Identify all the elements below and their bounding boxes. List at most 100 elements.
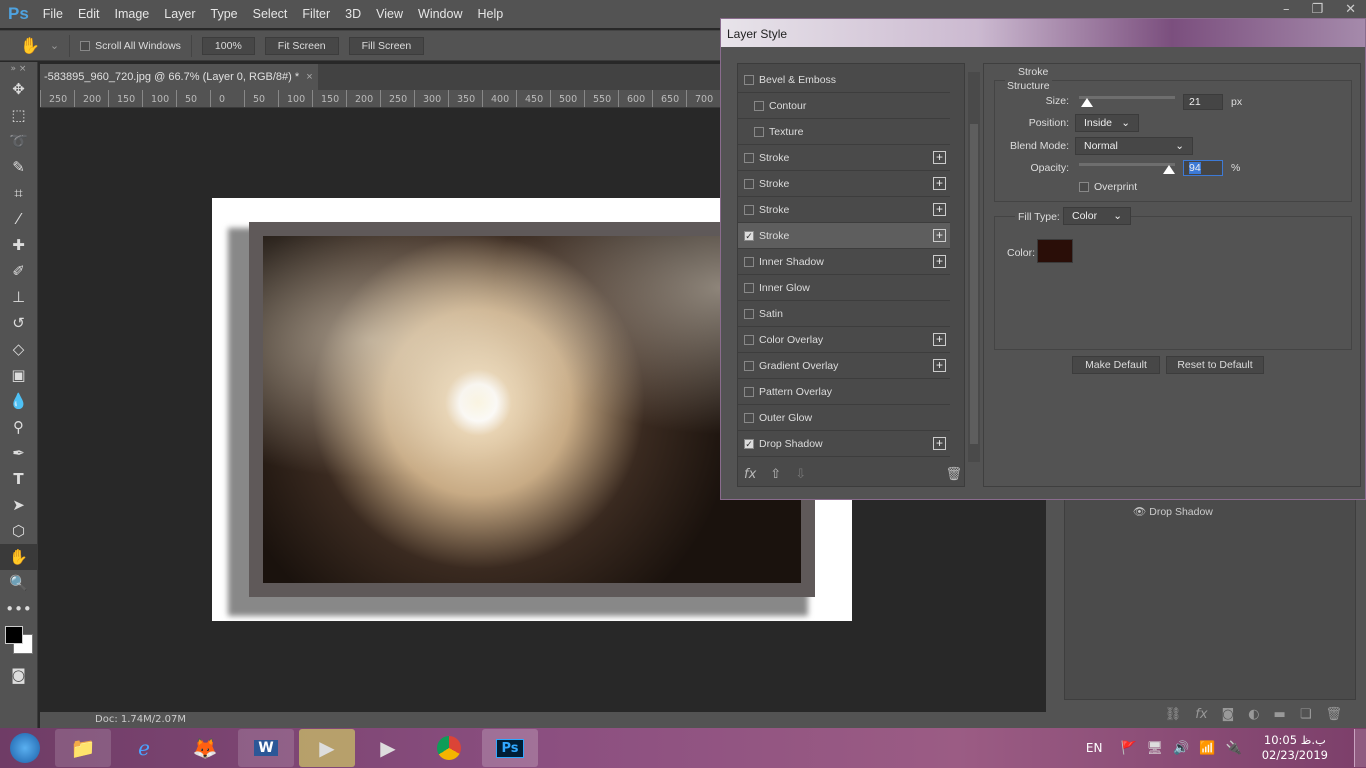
type-tool-icon[interactable]: T <box>0 466 37 492</box>
style-row-color-overlay[interactable]: Color Overlay + <box>738 327 950 353</box>
stamp-tool-icon[interactable]: ⊥ <box>0 284 37 310</box>
hand-tool-icon[interactable]: ✋ <box>0 544 37 570</box>
fill-screen-button[interactable]: Fill Screen <box>348 36 425 55</box>
menu-image[interactable]: Image <box>115 7 150 21</box>
eyedropper-tool-icon[interactable]: ⁄ <box>0 206 37 232</box>
zoom-100-button[interactable]: 100% <box>201 36 255 55</box>
add-instance-icon[interactable]: + <box>933 333 946 346</box>
firefox-icon[interactable]: 🦊 <box>177 729 233 767</box>
style-row-pattern-overlay[interactable]: Pattern Overlay <box>738 379 950 405</box>
restore-icon[interactable]: ❐ <box>1311 2 1323 17</box>
pen-tool-icon[interactable]: ✒ <box>0 440 37 466</box>
shape-tool-icon[interactable]: ⬡ <box>0 518 37 544</box>
power-icon[interactable]: 🔌 <box>1226 741 1242 756</box>
style-row-stroke[interactable]: Stroke + <box>738 171 950 197</box>
photoshop-taskbar-icon[interactable]: Ps <box>482 729 538 767</box>
style-checkbox[interactable] <box>744 412 754 423</box>
visibility-eye-icon[interactable]: 👁 <box>1133 506 1146 518</box>
menu-filter[interactable]: Filter <box>302 7 330 21</box>
style-checkbox[interactable] <box>744 152 754 163</box>
video-player-icon[interactable]: ▶ <box>360 729 416 767</box>
move-tool-icon[interactable]: ✥ <box>0 76 37 102</box>
menu-window[interactable]: Window <box>418 7 462 21</box>
move-up-icon[interactable]: ⇧ <box>770 467 781 482</box>
stroke-color-swatch[interactable] <box>1037 239 1073 263</box>
menu-3d[interactable]: 3D <box>345 7 361 21</box>
close-tab-icon[interactable]: × <box>306 71 312 83</box>
add-instance-icon[interactable]: + <box>933 151 946 164</box>
add-mask-icon[interactable]: ◙ <box>1222 707 1235 722</box>
add-instance-icon[interactable]: + <box>933 229 946 242</box>
style-row-contour[interactable]: Contour <box>738 93 950 119</box>
style-checkbox[interactable] <box>744 74 754 85</box>
menu-layer[interactable]: Layer <box>164 7 195 21</box>
style-checkbox[interactable] <box>744 178 754 189</box>
style-checkbox[interactable] <box>744 282 754 293</box>
layer-effect-drop-shadow[interactable]: 👁 Drop Shadow <box>1065 499 1355 518</box>
language-indicator[interactable]: EN <box>1086 741 1103 755</box>
reset-default-button[interactable]: Reset to Default <box>1166 356 1264 374</box>
link-layers-icon[interactable]: ⛓ <box>1165 707 1182 722</box>
menu-view[interactable]: View <box>376 7 403 21</box>
chrome-icon[interactable] <box>421 729 477 767</box>
menu-edit[interactable]: Edit <box>78 7 100 21</box>
blend-mode-select[interactable]: Normal ⌄ <box>1075 137 1193 155</box>
close-icon[interactable]: ✕ <box>1345 2 1356 17</box>
style-row-texture[interactable]: Texture <box>738 119 950 145</box>
start-button[interactable] <box>0 729 50 767</box>
menu-select[interactable]: Select <box>253 7 288 21</box>
style-row-drop-shadow[interactable]: ✓ Drop Shadow + <box>738 431 950 457</box>
add-instance-icon[interactable]: + <box>933 359 946 372</box>
style-checkbox[interactable] <box>754 100 764 111</box>
size-slider[interactable] <box>1079 96 1175 107</box>
signal-icon[interactable]: 📶 <box>1199 741 1215 756</box>
new-layer-icon[interactable]: ❏ <box>1300 707 1312 722</box>
style-checkbox[interactable]: ✓ <box>744 230 754 241</box>
lasso-tool-icon[interactable]: ➰ <box>0 128 37 154</box>
dodge-tool-icon[interactable]: ⚲ <box>0 414 37 440</box>
dialog-title[interactable]: Layer Style <box>721 19 1365 47</box>
add-instance-icon[interactable]: + <box>933 255 946 268</box>
gradient-tool-icon[interactable]: ▣ <box>0 362 37 388</box>
fill-type-select[interactable]: Color ⌄ <box>1063 207 1131 225</box>
move-down-icon[interactable]: ⇩ <box>795 467 806 482</box>
style-row-stroke[interactable]: ✓ Stroke + <box>738 223 950 249</box>
word-icon[interactable]: W <box>238 729 294 767</box>
menu-file[interactable]: File <box>43 7 63 21</box>
show-desktop-button[interactable] <box>1354 729 1366 767</box>
scroll-all-windows-checkbox[interactable]: Scroll All Windows <box>80 40 181 52</box>
style-checkbox[interactable]: ✓ <box>744 438 754 449</box>
quick-select-tool-icon[interactable]: ✎ <box>0 154 37 180</box>
path-select-icon[interactable]: ➤ <box>0 492 37 518</box>
delete-layer-icon[interactable]: 🗑 <box>1325 707 1342 722</box>
clock[interactable]: 10:05 ب.ظ 02/23/2019 <box>1262 733 1328 763</box>
quick-mask-icon[interactable]: ◙ <box>0 662 37 688</box>
menu-help[interactable]: Help <box>478 7 504 21</box>
fit-screen-button[interactable]: Fit Screen <box>264 36 339 55</box>
blur-tool-icon[interactable]: 💧 <box>0 388 37 414</box>
style-checkbox[interactable] <box>744 308 754 319</box>
crop-tool-icon[interactable]: ⌗ <box>0 180 37 206</box>
healing-brush-icon[interactable]: ✚ <box>0 232 37 258</box>
brush-tool-icon[interactable]: ✐ <box>0 258 37 284</box>
adjustment-layer-icon[interactable]: ◐ <box>1248 707 1259 722</box>
opacity-slider[interactable] <box>1079 163 1176 174</box>
action-center-flag-icon[interactable]: 🚩 <box>1120 741 1136 756</box>
style-checkbox[interactable] <box>744 386 754 397</box>
fx-menu-icon[interactable]: fx <box>744 467 756 482</box>
marquee-tool-icon[interactable]: ⬚ <box>0 102 37 128</box>
style-row-bevel-emboss[interactable]: Bevel & Emboss <box>738 67 950 93</box>
add-instance-icon[interactable]: + <box>933 203 946 216</box>
zoom-tool-icon[interactable]: 🔍 <box>0 570 37 596</box>
history-brush-icon[interactable]: ↺ <box>0 310 37 336</box>
style-checkbox[interactable] <box>744 256 754 267</box>
file-explorer-icon[interactable]: 📁 <box>55 729 111 767</box>
scrollbar-thumb[interactable] <box>970 124 978 444</box>
volume-icon[interactable]: 🔊 <box>1173 741 1189 756</box>
style-row-outer-glow[interactable]: Outer Glow <box>738 405 950 431</box>
internet-explorer-icon[interactable]: ℯ <box>116 729 172 767</box>
add-instance-icon[interactable]: + <box>933 177 946 190</box>
media-app-icon[interactable]: ▶ <box>299 729 355 767</box>
style-row-stroke[interactable]: Stroke + <box>738 145 950 171</box>
new-group-icon[interactable]: ▬ <box>1274 707 1286 722</box>
